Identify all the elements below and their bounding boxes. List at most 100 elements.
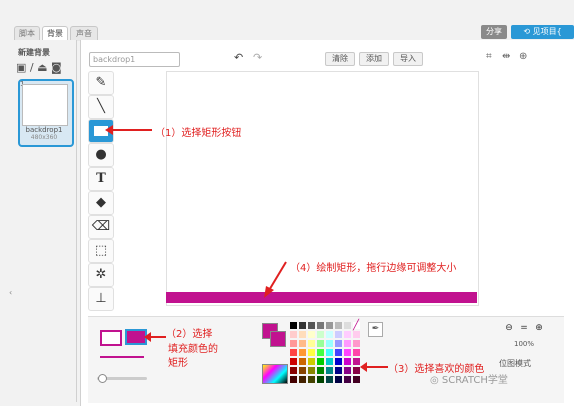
color-mode-toggle[interactable] <box>262 364 288 384</box>
line-icon: ╲ <box>97 99 105 114</box>
arrow-head-3 <box>360 362 367 372</box>
palette-color[interactable] <box>353 331 360 338</box>
backdrop-name-field[interactable]: backdrop1 <box>89 52 180 67</box>
palette-color[interactable] <box>335 331 342 338</box>
add-button[interactable]: 添加 <box>359 52 389 66</box>
palette-color[interactable] <box>344 349 351 356</box>
no-color-slash-icon[interactable]: ╱ <box>353 320 359 331</box>
palette-color[interactable] <box>317 349 324 356</box>
zoom-in-icon[interactable]: ⊕ <box>533 322 545 334</box>
palette-color[interactable] <box>317 358 324 365</box>
palette-color[interactable] <box>290 358 297 365</box>
palette-color[interactable] <box>326 340 333 347</box>
palette-color[interactable] <box>299 322 306 329</box>
palette-color[interactable] <box>299 367 306 374</box>
palette-color[interactable] <box>299 340 306 347</box>
palette-color[interactable] <box>335 322 342 329</box>
secondary-color-swatch[interactable] <box>270 331 286 347</box>
select-tool[interactable]: ⬚ <box>88 239 114 263</box>
palette-color[interactable] <box>344 331 351 338</box>
fill-tool[interactable]: ◆ <box>88 191 114 215</box>
palette-color[interactable] <box>335 349 342 356</box>
set-center-icon[interactable]: ⊕ <box>519 51 527 62</box>
palette-color[interactable] <box>308 340 315 347</box>
annotation-arrow-3 <box>366 366 388 368</box>
palette-color[interactable] <box>326 376 333 383</box>
see-project-page-button[interactable]: ⟲ 见项目{ <box>511 25 574 39</box>
palette-color[interactable] <box>335 340 342 347</box>
palette-color[interactable] <box>308 349 315 356</box>
stamp-tool[interactable]: ⊥ <box>88 287 114 311</box>
palette-color[interactable] <box>308 331 315 338</box>
palette-color[interactable] <box>353 349 360 356</box>
palette-color[interactable] <box>353 340 360 347</box>
clear-button[interactable]: 清除 <box>325 52 355 66</box>
palette-color[interactable] <box>353 376 360 383</box>
undo-icon[interactable]: ↶ <box>234 51 243 64</box>
image-library-icon[interactable]: ▣ <box>16 61 26 74</box>
crop-icon[interactable]: ⌗ <box>486 51 492 62</box>
line-width-slider-knob[interactable] <box>98 374 107 383</box>
share-button[interactable]: 分享 <box>481 25 507 39</box>
palette-color[interactable] <box>308 376 315 383</box>
palette-color[interactable] <box>317 331 324 338</box>
annotation-2-line1: （2）选择 <box>166 329 213 340</box>
palette-color[interactable] <box>344 358 351 365</box>
brush-tool[interactable]: ✎ <box>88 71 114 95</box>
new-backdrop-title: 新建背景 <box>18 48 50 57</box>
palette-color[interactable] <box>299 331 306 338</box>
eyedropper-icon[interactable]: ✒ <box>368 322 383 337</box>
palette-color[interactable] <box>308 358 315 365</box>
tab-backdrops[interactable]: 背景 <box>42 26 68 41</box>
collapse-handle[interactable]: ‹ <box>9 288 12 297</box>
line-tool[interactable]: ╲ <box>88 95 114 119</box>
palette-color[interactable] <box>344 367 351 374</box>
flip-horizontal-icon[interactable]: ⇹ <box>502 51 510 62</box>
palette-color[interactable] <box>317 340 324 347</box>
palette-color[interactable] <box>335 367 342 374</box>
zoom-out-icon[interactable]: ⊖ <box>503 322 515 334</box>
palette-color[interactable] <box>290 376 297 383</box>
color-palette[interactable] <box>290 322 364 384</box>
palette-color[interactable] <box>344 340 351 347</box>
palette-color[interactable] <box>326 367 333 374</box>
redo-icon[interactable]: ↷ <box>253 51 262 64</box>
text-tool[interactable]: T <box>88 167 114 191</box>
palette-color[interactable] <box>344 376 351 383</box>
palette-color[interactable] <box>326 322 333 329</box>
palette-color[interactable] <box>335 358 342 365</box>
palette-color[interactable] <box>290 322 297 329</box>
zoom-reset-icon[interactable]: = <box>518 322 530 334</box>
palette-color[interactable] <box>317 376 324 383</box>
palette-color[interactable] <box>290 349 297 356</box>
magic-select-tool[interactable]: ✲ <box>88 263 114 287</box>
palette-color[interactable] <box>308 367 315 374</box>
palette-color[interactable] <box>299 376 306 383</box>
camera-icon[interactable]: ◙ <box>51 61 62 74</box>
palette-color[interactable] <box>299 358 306 365</box>
ellipse-tool[interactable]: ● <box>88 143 114 167</box>
palette-color[interactable] <box>308 322 315 329</box>
tab-scripts[interactable]: 脚本 <box>14 26 40 41</box>
eraser-tool[interactable]: ⌫ <box>88 215 114 239</box>
import-button[interactable]: 导入 <box>393 52 423 66</box>
palette-color[interactable] <box>317 322 324 329</box>
palette-color[interactable] <box>299 349 306 356</box>
palette-color[interactable] <box>317 367 324 374</box>
palette-color[interactable] <box>290 331 297 338</box>
drawn-rectangle[interactable] <box>166 292 477 303</box>
outline-rect-option[interactable] <box>100 330 122 346</box>
palette-color[interactable] <box>353 367 360 374</box>
arrow-head-2 <box>144 332 151 342</box>
upload-icon[interactable]: ⏏ <box>37 61 47 74</box>
tab-sounds[interactable]: 声音 <box>70 26 98 41</box>
paint-brush-icon[interactable]: / <box>30 61 34 74</box>
palette-color[interactable] <box>326 358 333 365</box>
palette-color[interactable] <box>353 358 360 365</box>
palette-color[interactable] <box>290 367 297 374</box>
palette-color[interactable] <box>344 322 351 329</box>
palette-color[interactable] <box>326 349 333 356</box>
palette-color[interactable] <box>326 331 333 338</box>
palette-color[interactable] <box>335 376 342 383</box>
palette-color[interactable] <box>290 340 297 347</box>
